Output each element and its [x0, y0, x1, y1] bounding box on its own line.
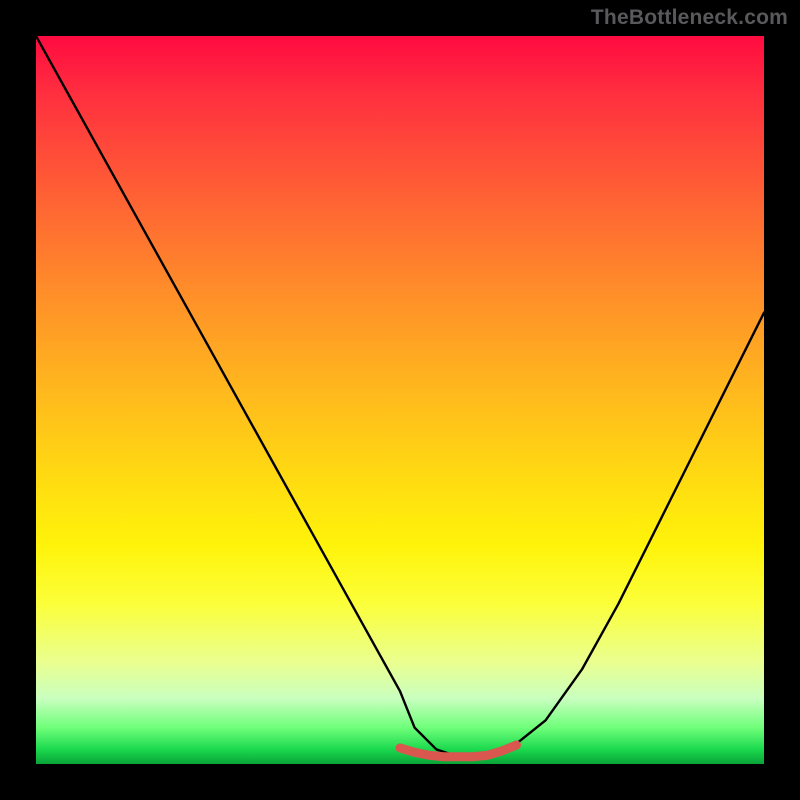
main-curve [36, 36, 764, 757]
curve-layer [36, 36, 764, 764]
floor-band [400, 745, 516, 757]
chart-frame: TheBottleneck.com [0, 0, 800, 800]
plot-area [36, 36, 764, 764]
watermark-text: TheBottleneck.com [591, 6, 788, 30]
